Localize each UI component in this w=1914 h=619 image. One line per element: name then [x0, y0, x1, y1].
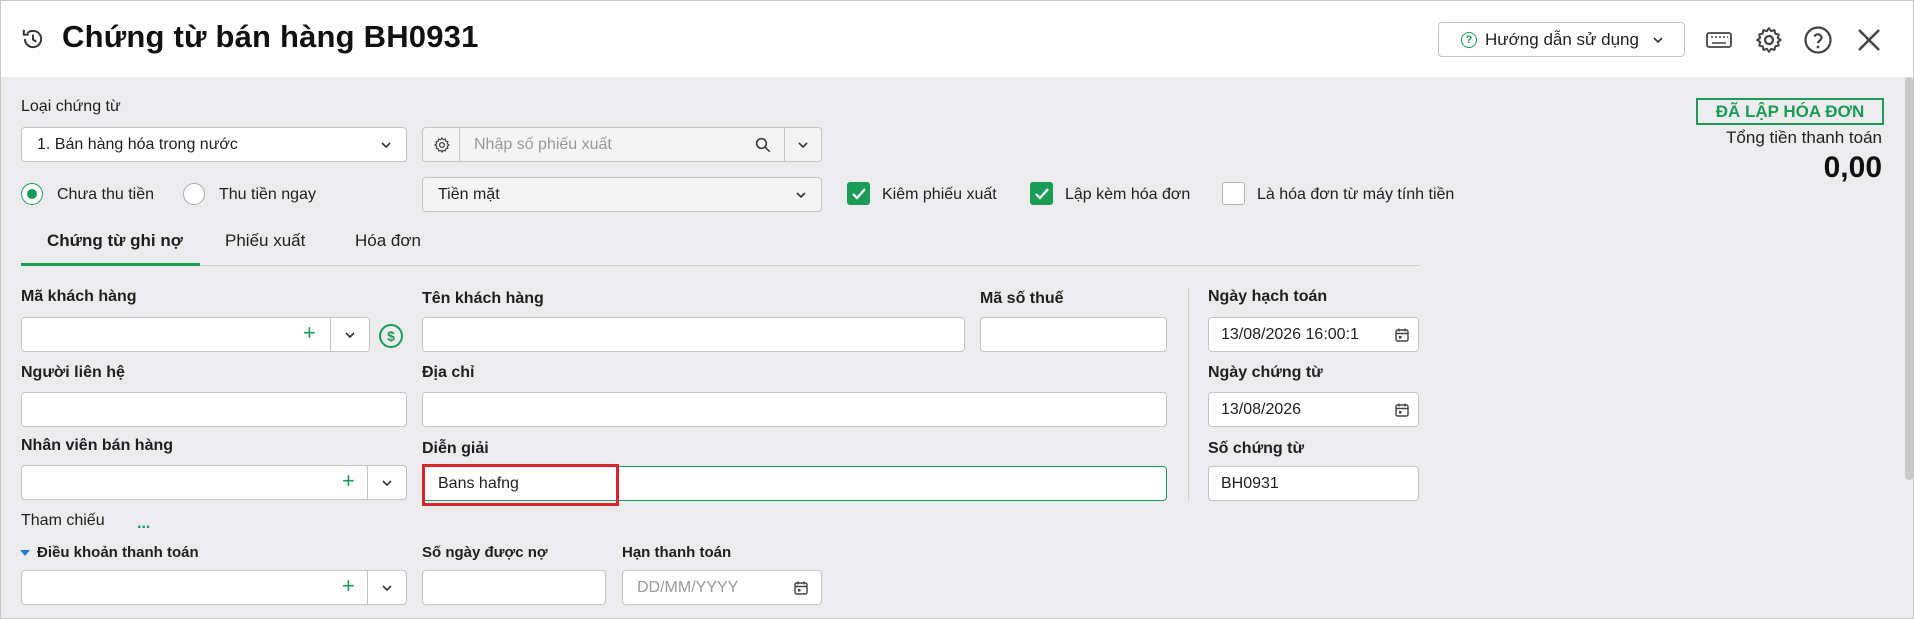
tax-code-label: Mã số thuế [980, 290, 1064, 307]
voucher-type-select[interactable]: 1. Bán hàng hóa trong nước [21, 127, 407, 162]
export-search-field[interactable]: Nhập số phiếu xuất [422, 127, 822, 162]
close-icon[interactable] [1854, 25, 1884, 55]
check-icon [1035, 188, 1049, 200]
posting-date-field[interactable]: 13/08/2026 16:00:1 [1208, 317, 1419, 352]
chevron-down-icon [796, 192, 806, 199]
due-date-placeholder: DD/MM/YYYY [637, 579, 739, 596]
sales-voucher-window: Chứng từ bán hàng BH0931 ? Hướng dẫn sử … [0, 0, 1914, 619]
collapse-triangle-icon[interactable] [20, 550, 30, 556]
voucher-date-field[interactable]: 13/08/2026 [1208, 392, 1419, 427]
calendar-icon[interactable] [1394, 327, 1410, 343]
customer-code-label: Mã khách hàng [21, 288, 137, 305]
active-tab-indicator [21, 263, 200, 266]
history-icon[interactable] [20, 26, 46, 52]
page-title: Chứng từ bán hàng BH0931 [62, 19, 479, 54]
credit-days-field[interactable] [422, 570, 606, 605]
voucher-date-value: 13/08/2026 [1221, 401, 1302, 418]
paid-now-radio-label[interactable]: Thu tiền ngay [219, 186, 316, 204]
gear-icon[interactable] [1754, 25, 1784, 55]
due-date-field[interactable]: DD/MM/YYYY [622, 570, 822, 605]
tab-invoice[interactable]: Hóa đơn [355, 231, 421, 251]
column-divider [1188, 288, 1189, 501]
tab-divider [21, 265, 1420, 266]
voucher-type-value: 1. Bán hàng hóa trong nước [37, 136, 238, 153]
export-search-placeholder: Nhập số phiếu xuất [474, 136, 612, 153]
highlight-box [422, 464, 619, 506]
total-label: Tổng tiền thanh toán [1726, 128, 1882, 147]
contact-field[interactable] [21, 392, 407, 427]
chevron-down-icon[interactable] [343, 328, 357, 342]
search-icon[interactable] [754, 136, 772, 154]
cash-register-label[interactable]: Là hóa đơn từ máy tính tiền [1257, 186, 1454, 204]
keyboard-icon[interactable] [1704, 25, 1734, 55]
credit-days-label: Số ngày được nợ [422, 544, 548, 561]
help-button-label: Hướng dẫn sử dụng [1485, 29, 1639, 49]
check-icon [852, 188, 866, 200]
description-label: Diễn giải [422, 440, 489, 457]
address-field[interactable] [422, 392, 1167, 427]
customer-name-label: Tên khách hàng [422, 290, 544, 307]
salesperson-field[interactable]: + [21, 465, 407, 500]
due-date-label: Hạn thanh toán [622, 544, 732, 561]
tab-debit-voucher[interactable]: Chứng từ ghi nợ [47, 231, 183, 251]
help-button[interactable]: ? Hướng dẫn sử dụng [1438, 22, 1685, 57]
payment-terms-label[interactable]: Điều khoản thanh toán [37, 544, 199, 561]
svg-text:$: $ [387, 328, 395, 344]
add-icon[interactable]: + [342, 468, 355, 494]
status-badge: ĐÃ LẬP HÓA ĐƠN [1696, 98, 1884, 125]
with-export-label[interactable]: Kiêm phiếu xuất [882, 186, 997, 204]
chevron-down-icon[interactable] [380, 581, 394, 595]
chevron-down-icon[interactable] [796, 138, 810, 152]
voucher-no-field[interactable]: BH0931 [1208, 466, 1419, 501]
with-export-checkbox[interactable] [847, 182, 870, 205]
paid-now-radio[interactable] [183, 183, 205, 205]
with-invoice-label[interactable]: Lập kèm hóa đơn [1065, 186, 1190, 204]
voucher-type-label: Loại chứng từ [21, 98, 121, 115]
calendar-icon[interactable] [1394, 402, 1410, 418]
unpaid-radio-label[interactable]: Chưa thu tiền [57, 186, 154, 204]
payment-terms-field[interactable]: + [21, 570, 407, 605]
chevron-down-icon [1653, 36, 1663, 43]
cash-register-checkbox[interactable] [1222, 182, 1245, 205]
chevron-down-icon[interactable] [380, 476, 394, 490]
reference-label: Tham chiếu [21, 512, 105, 529]
total-value: 0,00 [1823, 151, 1882, 184]
customer-name-field[interactable] [422, 317, 965, 352]
calendar-icon[interactable] [793, 580, 809, 596]
add-icon[interactable]: + [342, 573, 355, 599]
add-icon[interactable]: + [303, 320, 316, 346]
voucher-date-label: Ngày chứng từ [1208, 364, 1323, 381]
payment-method-select[interactable]: Tiền mặt [422, 177, 822, 212]
tab-export-slip[interactable]: Phiếu xuất [225, 231, 305, 251]
payment-method-value: Tiền mặt [438, 186, 500, 203]
question-icon: ? [1461, 31, 1477, 48]
settings-icon[interactable] [433, 136, 451, 154]
salesperson-label: Nhân viên bán hàng [21, 437, 174, 454]
posting-date-label: Ngày hạch toán [1208, 288, 1328, 305]
voucher-no-value: BH0931 [1221, 475, 1279, 492]
reference-link[interactable]: ... [137, 515, 150, 533]
dollar-icon[interactable]: $ [378, 323, 404, 349]
title-bar: Chứng từ bán hàng BH0931 ? Hướng dẫn sử … [1, 1, 1913, 77]
customer-code-field[interactable]: + [21, 317, 370, 352]
address-label: Địa chỉ [422, 364, 475, 381]
vertical-scrollbar[interactable] [1905, 77, 1913, 480]
with-invoice-checkbox[interactable] [1030, 182, 1053, 205]
posting-date-value: 13/08/2026 16:00:1 [1221, 326, 1359, 343]
voucher-no-label: Số chứng từ [1208, 440, 1305, 457]
contact-label: Người liên hệ [21, 364, 125, 381]
chevron-down-icon [381, 142, 391, 149]
tax-code-field[interactable] [980, 317, 1167, 352]
unpaid-radio[interactable] [21, 183, 43, 205]
help-circle-icon[interactable] [1803, 25, 1833, 55]
